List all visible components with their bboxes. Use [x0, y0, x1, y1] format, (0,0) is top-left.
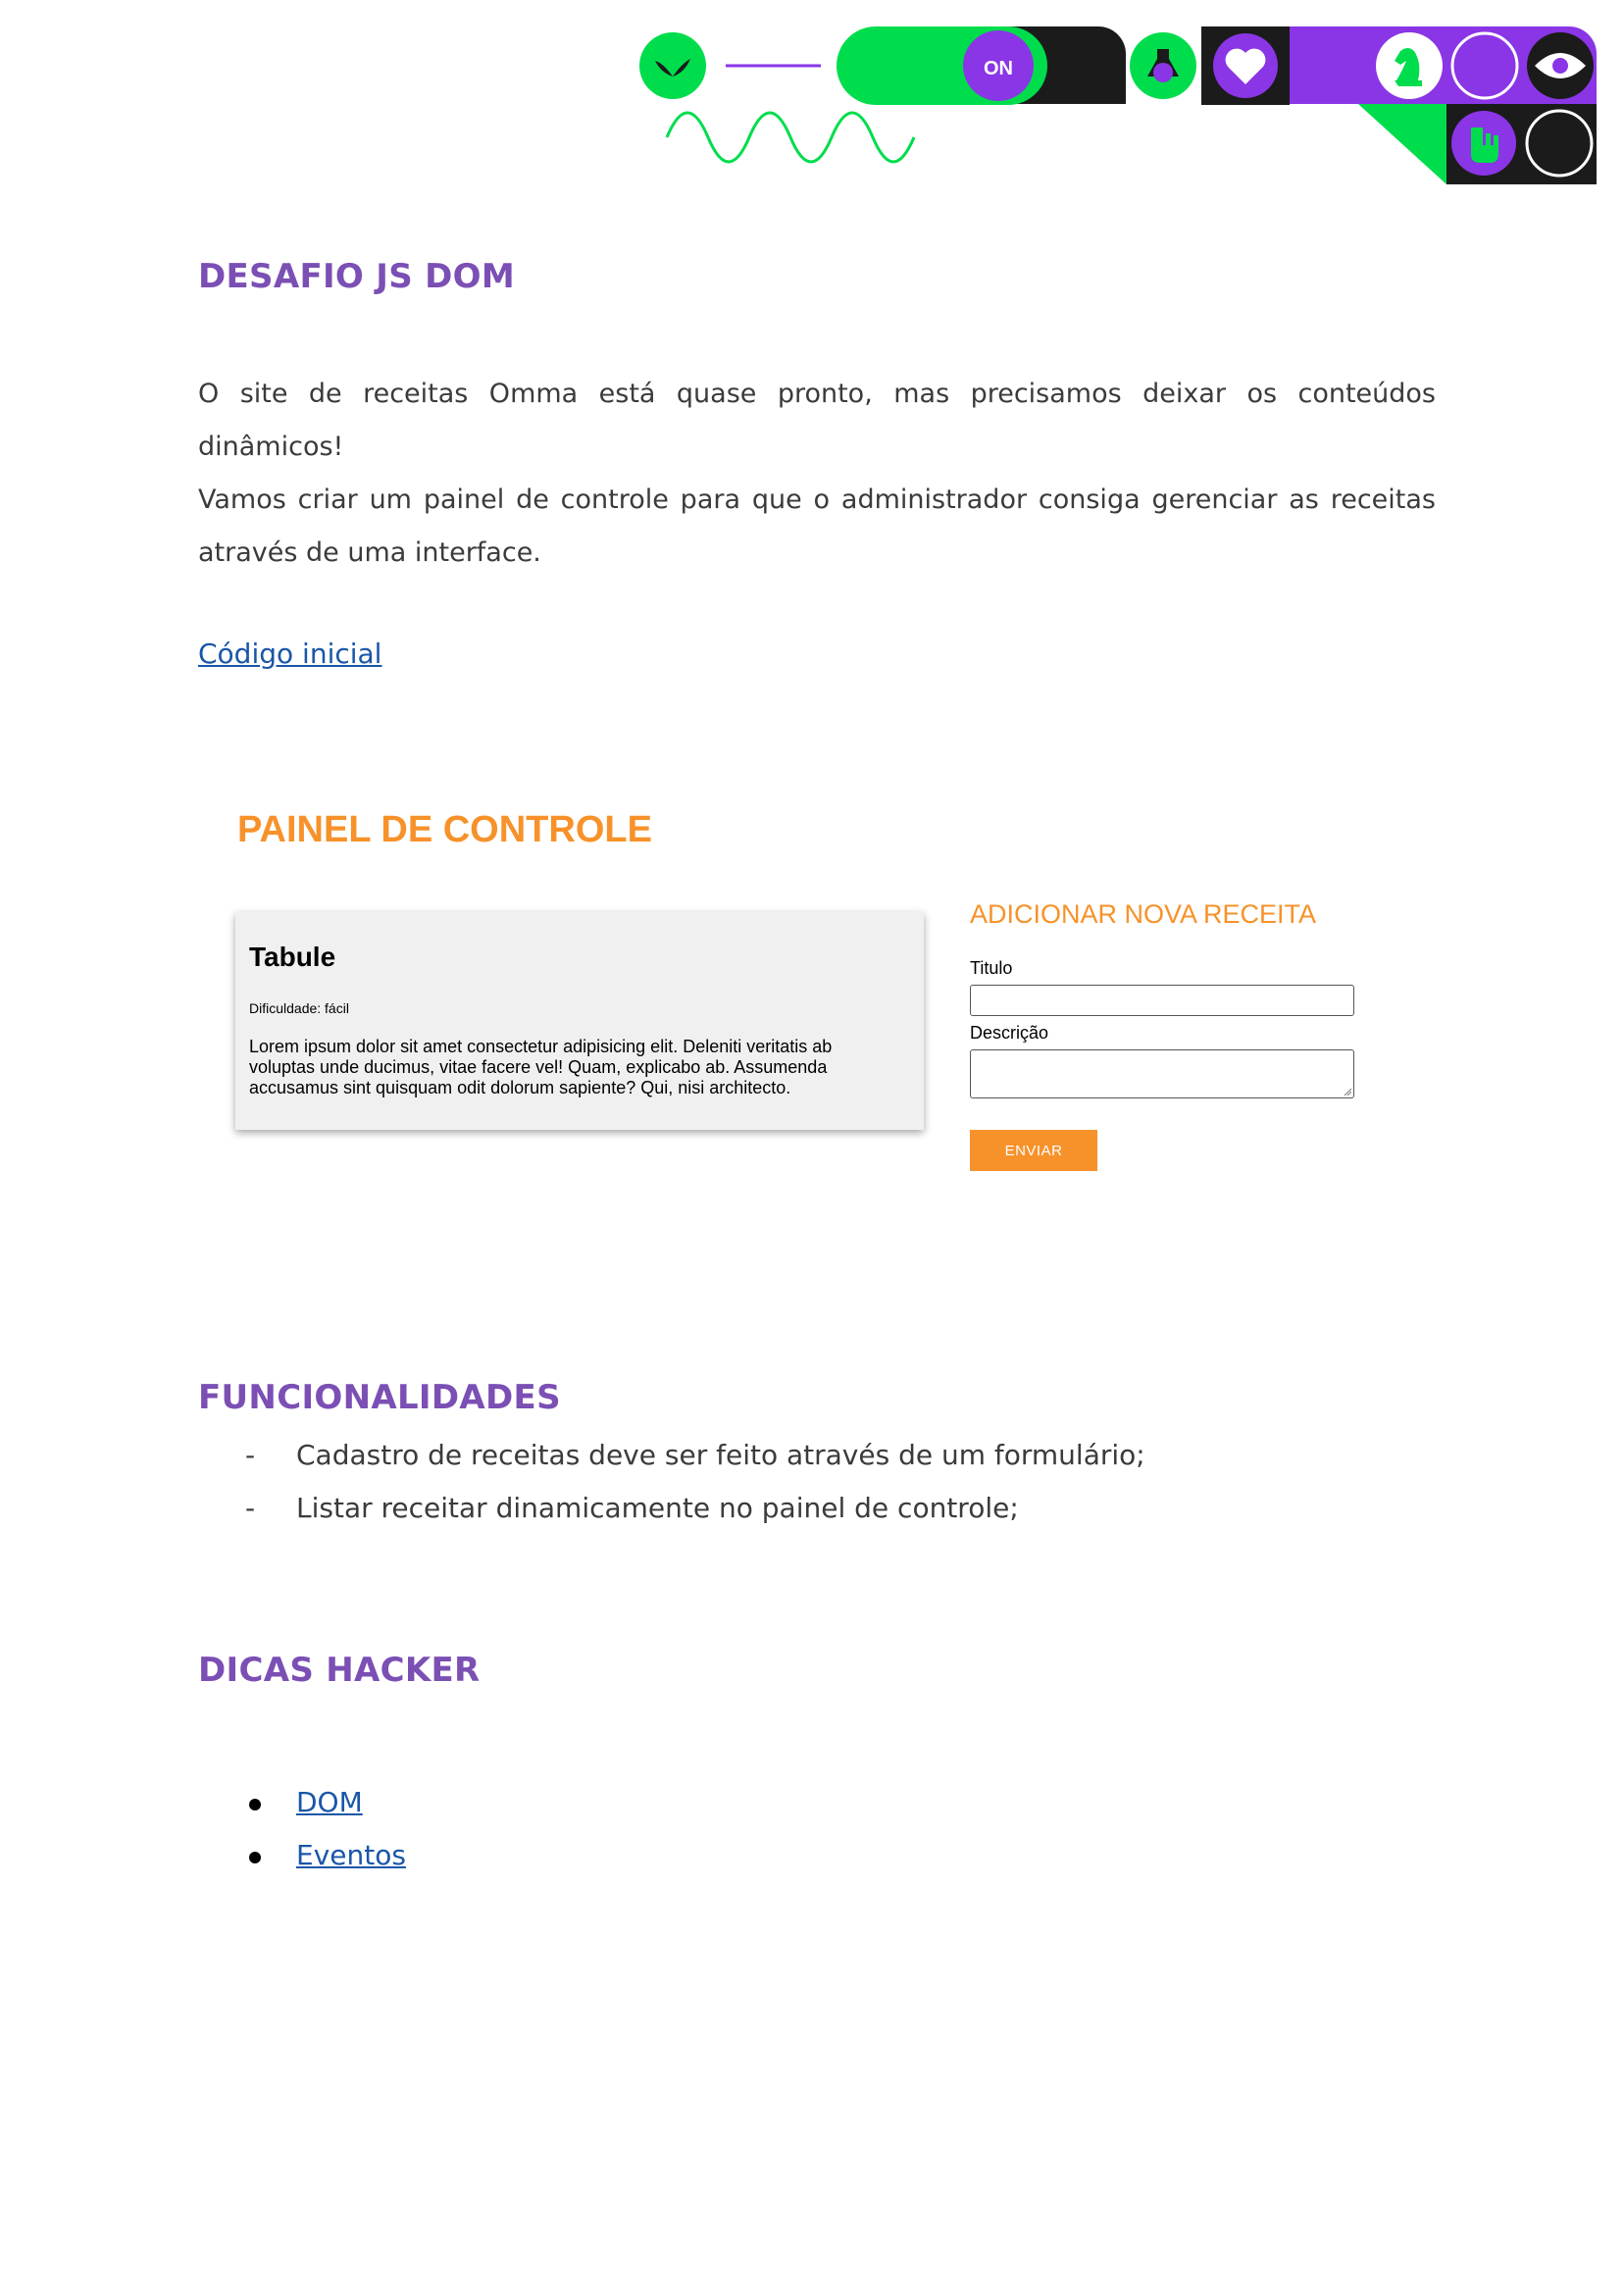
starter-link-row: Código inicial: [198, 637, 1436, 670]
tips-section: DICAS HACKER: [198, 1651, 1436, 1690]
control-panel-screenshot: PAINEL DE CONTROLE Tabule Dificuldade: f…: [228, 799, 1404, 1192]
eventos-link[interactable]: Eventos: [296, 1839, 406, 1871]
header-banner: ON: [628, 20, 1608, 196]
toggle-label: ON: [984, 58, 1013, 79]
recipe-card: Tabule Dificuldade: fácil Lorem ipsum do…: [235, 912, 924, 1130]
rock-hand-icon: [1451, 111, 1516, 176]
tips-list: DOM Eventos: [198, 1776, 1436, 1882]
resize-grip-icon[interactable]: [1344, 1088, 1351, 1096]
toggle-switch: ON: [837, 26, 1126, 105]
chess-knight-icon: [1376, 32, 1443, 99]
list-item: DOM: [198, 1776, 1436, 1829]
leaf-icon: [639, 32, 706, 99]
heart-icon: [1213, 33, 1278, 98]
intro-text: O site de receitas Omma está quase pront…: [198, 368, 1436, 580]
form-title: ADICIONAR NOVA RECEITA: [970, 899, 1317, 929]
list-item: - Listar receitar dinamicamente no painel…: [245, 1492, 1019, 1524]
recipe-description: Lorem ipsum dolor sit amet consectetur a…: [249, 1037, 833, 1097]
title-label: Titulo: [970, 958, 1013, 978]
features-section: FUNCIONALIDADES - Cadastro de receitas de…: [198, 1378, 1436, 1535]
page-title: DESAFIO JS DOM: [198, 257, 515, 296]
list-item: - Cadastro de receitas deve ser feito atr…: [245, 1439, 1145, 1471]
list-item: Eventos: [198, 1829, 1436, 1882]
description-textarea[interactable]: [970, 1049, 1354, 1098]
submit-button[interactable]: ENVIAR: [970, 1130, 1097, 1171]
intro-paragraph-2: Vamos criar um painel de controle para q…: [198, 484, 1436, 568]
flask-icon: [1130, 32, 1196, 99]
description-label: Descrição: [970, 1023, 1049, 1043]
eye-icon: [1527, 32, 1594, 99]
starter-code-link[interactable]: Código inicial: [198, 637, 381, 670]
banner-wave: [665, 111, 916, 164]
banner-graphic: ON: [639, 26, 1597, 184]
title-input[interactable]: [970, 985, 1354, 1016]
features-list: - Cadastro de receitas deve ser feito atr…: [198, 1429, 1436, 1535]
intro-paragraph-1: O site de receitas Omma está quase pront…: [198, 379, 1436, 462]
panel-title: PAINEL DE CONTROLE: [237, 809, 652, 850]
intro-section: DESAFIO JS DOM: [198, 257, 1436, 296]
banner-triangle: [1358, 104, 1446, 184]
features-heading: FUNCIONALIDADES: [198, 1378, 561, 1417]
tips-links: DOM Eventos: [198, 1776, 1436, 1882]
tips-heading: DICAS HACKER: [198, 1651, 481, 1690]
recipe-difficulty: Dificuldade: fácil: [249, 1000, 349, 1016]
recipe-title: Tabule: [249, 942, 336, 972]
dom-link[interactable]: DOM: [296, 1786, 363, 1818]
